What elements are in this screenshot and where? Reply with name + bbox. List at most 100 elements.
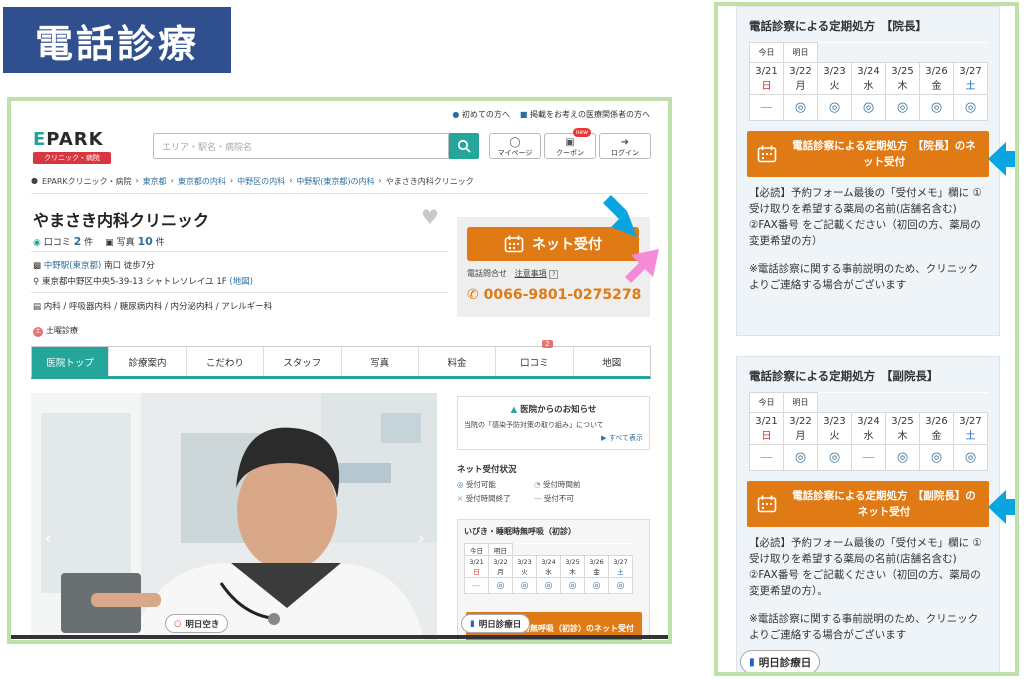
slot-cell[interactable]: ◎: [885, 444, 920, 471]
station-link[interactable]: 中野駅(東京都): [44, 261, 102, 271]
tab-staff[interactable]: スタッフ: [264, 347, 342, 376]
director-reservation-button[interactable]: 電話診察による定期処方 【院長】のネット受付: [747, 131, 989, 177]
legend-available: ◎ 受付可能: [457, 480, 496, 489]
slot-cell[interactable]: ◎: [512, 577, 537, 594]
slot-cell[interactable]: ◎: [851, 94, 886, 121]
breadcrumb: ● EPARKクリニック・病院 › 東京都 › 東京都の内科 › 中野区の内科 › 中野…: [31, 176, 474, 187]
blue-pointer-arrow: [603, 195, 637, 237]
search-icon: [457, 139, 471, 153]
slot-cell[interactable]: ◎: [560, 577, 585, 594]
tomorrow-open-pill[interactable]: ○ 明日空き: [165, 614, 229, 633]
legend-before: ◔ 受付時間前: [534, 480, 581, 489]
pink-pointer-arrow: [625, 249, 659, 283]
top-links: ● 初めての方へ ■ 掲載をお考えの医療関係者の方へ: [452, 109, 650, 120]
search-input[interactable]: エリア・駅名・病院名: [153, 133, 449, 159]
clinic-page-screenshot: ● 初めての方へ ■ 掲載をお考えの医療関係者の方へ EPARK クリニック・病…: [7, 97, 672, 644]
search-button[interactable]: [449, 133, 479, 159]
reservation-status-title: ネット受付状況: [457, 465, 517, 475]
tab-services[interactable]: 診療案内: [109, 347, 187, 376]
clinic-tabs: 医院トップ 診療案内 こだわり スタッフ 写真 料金 2 口コミ 地図: [31, 340, 651, 379]
coupon-button[interactable]: new ▣ クーポン: [544, 128, 596, 159]
tab-features[interactable]: こだわり: [187, 347, 265, 376]
carousel-next-icon[interactable]: ›: [418, 528, 425, 549]
date-cell: 3/26 金: [919, 412, 954, 445]
medical-staff-link[interactable]: ■ 掲載をお考えの医療関係者の方へ: [520, 109, 650, 120]
favorite-heart-icon[interactable]: ♥: [421, 205, 439, 229]
breadcrumb-item[interactable]: 東京都: [143, 176, 167, 187]
tab-map[interactable]: 地図: [574, 347, 650, 376]
tab-fees[interactable]: 料金: [419, 347, 497, 376]
date-cell: 3/25 木: [885, 62, 920, 95]
review-summary: ◉ 口コミ 2 件 ▣ 写真 10 件: [33, 235, 165, 248]
breadcrumb-item[interactable]: 中野区の内科: [237, 176, 285, 187]
director-section: 電話診察による定期処方 【院長】 今日 明日 3/21 日 3/22 月 3/23 火…: [736, 6, 1000, 336]
map-link[interactable]: (地図): [229, 277, 253, 287]
news-title: ▲ 医院からのお知らせ: [510, 405, 597, 415]
carousel-prev-icon[interactable]: ‹: [45, 528, 52, 549]
tomorrow-day-pill[interactable]: ▮ 明日診療日: [740, 650, 821, 672]
tab-photos[interactable]: 写真: [342, 347, 419, 376]
slot-cell[interactable]: ◎: [953, 94, 988, 121]
megaphone-icon: ▲: [510, 405, 518, 415]
doctor-photo-illustration: [31, 393, 437, 640]
breadcrumb-item[interactable]: EPARKクリニック・病院: [42, 176, 131, 187]
address-info: ⚲ 東京都中野区中央5-39-13 シャトレソレイユ 1F (地図): [33, 277, 253, 287]
review-count-badge: 2: [542, 340, 553, 348]
vice-director-schedule-table: 今日 明日 3/21 日 3/22 月 3/23 火 3/24 水 3/25 木 3/26…: [749, 392, 988, 471]
slot-cell[interactable]: ◎: [885, 94, 920, 121]
slot-cell[interactable]: ◎: [608, 577, 633, 594]
plus-icon: ■: [519, 110, 528, 119]
slot-cell[interactable]: ◎: [919, 94, 954, 121]
snoring-schedule-title: いびき・睡眠時無呼吸（初診）: [464, 527, 576, 536]
slot-cell[interactable]: ◎: [953, 444, 988, 471]
phone-number[interactable]: ✆ 0066-9801-0275278: [467, 287, 641, 303]
speech-bubble-icon: ◉: [33, 238, 41, 248]
breadcrumb-item[interactable]: 東京都の内科: [178, 176, 226, 187]
vice-director-reservation-button[interactable]: 電話診察による定期処方 【副院長】のネット受付: [747, 481, 989, 527]
news-body[interactable]: 当院の「感染予防対策の取り組み」について: [458, 415, 649, 430]
slot-cell[interactable]: ◎: [488, 577, 513, 594]
reviews-link[interactable]: ◉ 口コミ 2 件: [33, 235, 93, 248]
slot-cell[interactable]: ◎: [817, 94, 852, 121]
date-cell: 3/26 金: [919, 62, 954, 95]
status-legend: ◎ 受付可能 ◔ 受付時間前 × 受付時間終了 — 受付不可: [457, 479, 607, 504]
date-cell: 3/21 日: [749, 62, 784, 95]
login-button[interactable]: ➜ ログイン: [599, 133, 651, 159]
breadcrumb-item[interactable]: 中野駅(東京都)の内科: [296, 176, 374, 187]
today-label: 今日: [464, 543, 489, 556]
first-time-link[interactable]: ● 初めての方へ: [452, 109, 510, 120]
home-icon: ●: [31, 176, 38, 185]
slot-cell[interactable]: ◎: [536, 577, 561, 594]
slide-title: 電話診療: [3, 7, 231, 73]
date-cell: 3/27 土: [953, 62, 988, 95]
date-cell: 3/24 水: [851, 412, 886, 445]
photos-link[interactable]: ▣ 写真 10 件: [105, 235, 164, 248]
tomorrow-label: 明日: [488, 543, 513, 556]
slot-cell: —: [749, 444, 784, 471]
tab-reviews[interactable]: 2 口コミ: [496, 340, 574, 376]
slot-cell[interactable]: ◎: [584, 577, 609, 594]
date-cell: 3/27 土: [608, 555, 633, 578]
date-cell: 3/22 月: [783, 412, 818, 445]
director-note: 【必読】予約フォーム最後の「受付メモ」欄に ①受け取りを希望する薬局の名前(店舗…: [749, 187, 982, 247]
slot-cell[interactable]: ◎: [783, 444, 818, 471]
phone-label: 電話問合せ 注意事項 ?: [467, 268, 559, 279]
saturday-icon: 土: [33, 327, 43, 337]
slot-cell: —: [851, 444, 886, 471]
calendar-icon: [757, 145, 777, 163]
tomorrow-day-pill[interactable]: ▮ 明日診療日: [461, 614, 531, 633]
director-schedule-table: 今日 明日 3/21 日 3/22 月 3/23 火 3/24 水 3/25 木 3/26…: [749, 42, 988, 121]
notice-link[interactable]: 注意事項: [515, 269, 547, 278]
logo-main: EPARK: [33, 129, 104, 150]
slot-cell[interactable]: ◎: [919, 444, 954, 471]
news-more-link[interactable]: ▶ すべて表示: [458, 433, 649, 443]
slot-cell[interactable]: ◎: [783, 94, 818, 121]
slot-cell[interactable]: ◎: [817, 444, 852, 471]
mypage-button[interactable]: ◯ マイページ: [489, 133, 541, 159]
slot-cell: —: [464, 577, 489, 594]
circle-icon: ○: [174, 618, 182, 629]
new-badge: new: [572, 128, 591, 137]
tab-top[interactable]: 医院トップ: [32, 347, 110, 376]
epark-logo[interactable]: EPARK クリニック・病院: [33, 129, 111, 164]
vice-director-section: 電話診察による定期処方 【副院長】 今日 明日 3/21 日 3/22 月 3/23…: [736, 356, 1000, 672]
